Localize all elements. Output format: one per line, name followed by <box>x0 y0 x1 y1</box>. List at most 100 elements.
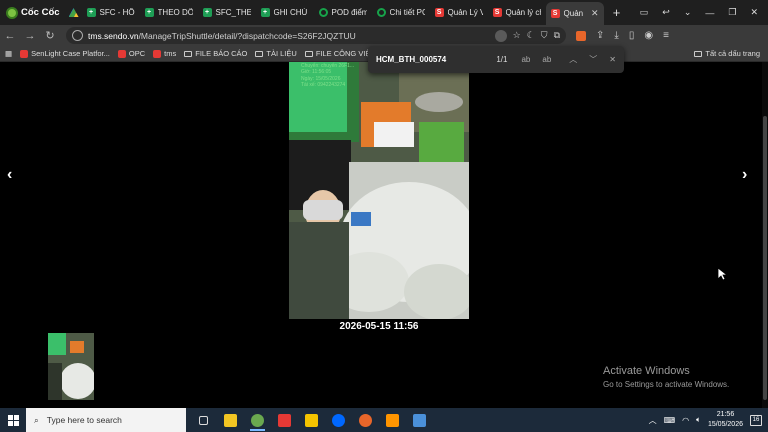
prev-image-button[interactable]: ‹ <box>7 166 12 184</box>
tab-quan-ly-v[interactable]: S Quản Lý V <box>430 3 488 23</box>
bookmark-star-icon[interactable]: ☆ <box>513 30 521 41</box>
folder-icon <box>694 50 703 57</box>
thumbnail-art <box>48 333 94 400</box>
green-ring-icon <box>318 8 328 17</box>
tab-ghi-chu[interactable]: + GHI CHÚ <box>256 3 314 23</box>
tab-sfc-ho[interactable]: + SFC - HỒ <box>82 3 140 23</box>
coccoc-brand[interactable]: Cốc Cốc <box>0 0 66 25</box>
thumbnail-photo[interactable] <box>48 333 94 400</box>
tab-quan-ly-ch[interactable]: S Quản lý ch <box>488 3 546 23</box>
folder-icon <box>304 50 313 57</box>
find-close-icon[interactable]: ✕ <box>609 55 616 64</box>
screen: Cốc Cốc +SFC - HỒ +THEO DÕI +SFC_THEO +G… <box>0 0 768 432</box>
blue-app-icon[interactable] <box>406 408 433 432</box>
taskbar-search[interactable]: ⌕ Type here to search <box>26 408 186 432</box>
url-host: tms.sendo.vn <box>88 30 139 41</box>
file-explorer-icon[interactable] <box>217 408 244 432</box>
bookmark-tms[interactable]: tms <box>153 49 176 58</box>
wifi-icon[interactable]: ◠ <box>682 416 689 425</box>
scrollbar-thumb[interactable] <box>763 116 767 400</box>
brand-name: Cốc Cốc <box>21 7 60 18</box>
sidebar-icon[interactable]: ▯ <box>629 30 635 41</box>
tab-sfc-theo[interactable]: +SFC_THEO <box>198 3 256 23</box>
delivery-photo: Chuyến: chuyến 26F1... Giờ: 11:56:05 Ngà… <box>289 62 469 319</box>
screenshot-icon[interactable]: ▭ <box>640 7 649 18</box>
wps-icon[interactable] <box>271 408 298 432</box>
bookmark-file-bao-cao[interactable]: FILE BÁO CÁO <box>184 49 247 58</box>
profile-icon[interactable]: ◉ <box>644 30 653 41</box>
url-field[interactable]: tms.sendo.vn/ManageTripShuttle/detail/?d… <box>66 27 566 44</box>
image-viewer: ‹ › Chuyến: chuyến 26F1... Giờ: 11:56:05… <box>0 62 768 408</box>
download-icon[interactable]: ⤓ <box>614 30 618 41</box>
taskbar-clock[interactable]: 21:56 15/05/2026 <box>708 410 743 430</box>
windows-taskbar: ⌕ Type here to search ︿ ⌨ ◠ 🔈︎ 21:56 15/… <box>0 408 768 432</box>
sticky-notes-icon[interactable] <box>298 408 325 432</box>
url-path: /ManageTripShuttle/detail/?dispatchcode=… <box>138 30 356 41</box>
find-prev-icon[interactable]: ︿ <box>569 54 577 65</box>
translate-icon[interactable] <box>494 29 507 42</box>
task-view-icon[interactable] <box>190 408 217 432</box>
extensions-icon[interactable]: ⧉ <box>554 30 560 41</box>
sheets-icon: + <box>260 8 270 17</box>
tab-quan-active[interactable]: S Quản ✕ <box>545 2 604 25</box>
sendo-icon <box>20 49 29 58</box>
taskbar-apps <box>190 408 433 432</box>
tab-theo-doi[interactable]: + THEO DÕI <box>140 3 198 23</box>
bookmark-opc[interactable]: OPC <box>117 49 145 58</box>
shield-icon[interactable]: ⛉ <box>541 30 548 41</box>
find-next-icon[interactable]: ﹀ <box>589 54 597 65</box>
google-drive-icon[interactable] <box>66 5 82 21</box>
clock-date: 15/05/2026 <box>707 421 743 428</box>
sheets-icon: + <box>144 8 154 17</box>
tab-strip: Cốc Cốc +SFC - HỒ +THEO DÕI +SFC_THEO +G… <box>0 0 768 25</box>
share-icon[interactable]: ⇪ <box>596 30 604 41</box>
coccoc-taskbar-icon[interactable] <box>244 408 271 432</box>
find-count: 1/1 <box>496 55 508 64</box>
bookmark-tai-lieu[interactable]: TÀI LIỆU <box>255 49 297 58</box>
apps-grid-icon[interactable]: ▦ <box>5 49 12 58</box>
dark-mode-icon[interactable]: ☾ <box>527 30 535 41</box>
sendo-icon: S <box>492 8 502 17</box>
menu-icon[interactable]: ≡ <box>663 30 669 41</box>
volume-icon[interactable]: 🔈︎ <box>696 415 701 425</box>
green-ring-icon <box>376 8 386 17</box>
keyboard-icon[interactable]: ⌨ <box>664 416 676 425</box>
tab-chi-tiet[interactable]: Chi tiết PC <box>372 3 430 23</box>
toolbar-icons: ⇪ ⤓ ▯ ◉ ≡ <box>576 30 669 41</box>
bookmark-file-cong-viec[interactable]: FILE CÔNG VIỆC <box>304 49 376 58</box>
next-image-button[interactable]: › <box>742 166 747 184</box>
find-input[interactable]: HCM_BTH_000574 <box>376 55 446 64</box>
minimize-icon[interactable]: — <box>705 8 714 18</box>
search-icon: ⌕ <box>34 414 39 425</box>
back-icon[interactable]: ← <box>0 30 20 42</box>
orange-app-icon[interactable] <box>352 408 379 432</box>
address-bar-row: ← → ↻ tms.sendo.vn/ManageTripShuttle/det… <box>0 25 768 46</box>
tab-pod-diem[interactable]: POD điểm <box>314 3 372 23</box>
photo-timestamp: 2026-05-15 11:56 <box>339 321 419 332</box>
new-tab-button[interactable]: + <box>608 5 626 20</box>
close-tab-icon[interactable]: ✕ <box>591 8 599 19</box>
search-placeholder: Type here to search <box>46 415 122 425</box>
tab-search-icon[interactable]: ⌄ <box>684 7 692 18</box>
restore-icon[interactable]: ❐ <box>728 7 736 18</box>
omnibox-actions: ☆ ☾ ⛉ ⧉ <box>494 29 560 42</box>
window-controls: ▭ ↩ ⌄ — ❐ ✕ <box>640 7 768 18</box>
bookmark-senlight[interactable]: SenLight Case Platfor... <box>20 49 110 58</box>
clock-time: 21:56 <box>716 411 735 418</box>
all-bookmarks[interactable]: Tất cả dấu trang <box>694 49 768 58</box>
windows-start-icon[interactable] <box>0 414 26 426</box>
mouse-cursor-icon <box>718 268 727 281</box>
reload-icon[interactable]: ↻ <box>40 29 60 42</box>
forward-icon[interactable]: → <box>20 30 40 42</box>
find-bar: HCM_BTH_000574 1/1 ab ab ︿ ﹀ ✕ <box>368 46 624 73</box>
close-window-icon[interactable]: ✕ <box>750 7 758 18</box>
site-info-icon[interactable] <box>72 30 83 41</box>
coccoc-extension-icon[interactable] <box>576 30 586 41</box>
whole-word-icon[interactable]: ab <box>542 55 551 64</box>
zalo-icon[interactable] <box>325 408 352 432</box>
notification-icon[interactable]: 16 <box>750 414 762 426</box>
match-case-icon[interactable]: ab <box>521 55 530 64</box>
firefox-icon[interactable] <box>379 408 406 432</box>
back-history-icon[interactable]: ↩ <box>662 7 670 18</box>
tray-chevron-icon[interactable]: ︿ <box>649 415 657 426</box>
